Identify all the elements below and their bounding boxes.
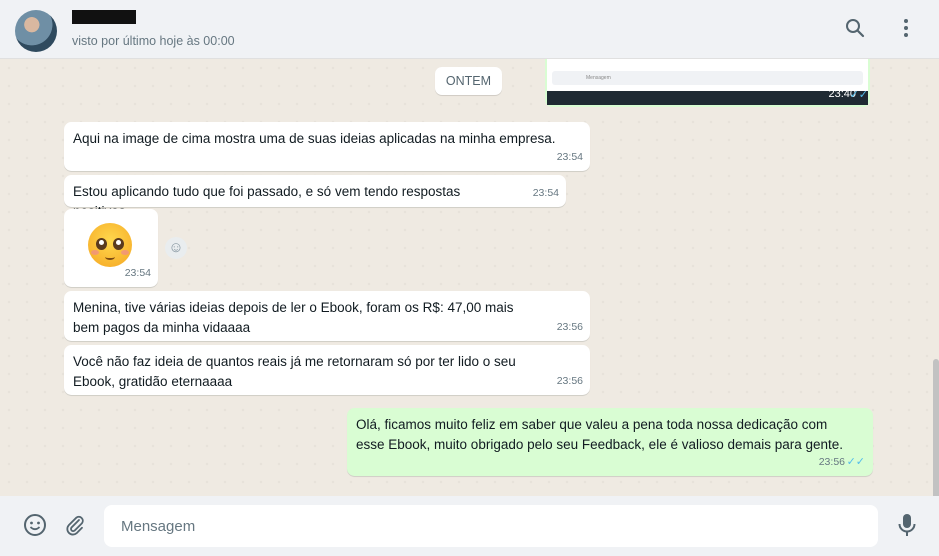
message-time: 23:56 xyxy=(556,321,583,333)
message-text: Você não faz ideia de quantos reais já m… xyxy=(73,354,516,389)
search-icon[interactable] xyxy=(843,18,867,42)
react-emoji-icon[interactable]: ☺ xyxy=(165,237,187,259)
message-time: 23:54 xyxy=(124,267,151,279)
message-composer xyxy=(0,496,939,556)
incoming-message[interactable]: Você não faz ideia de quantos reais já m… xyxy=(64,345,590,395)
message-time: 23:54 xyxy=(532,187,559,199)
message-text: Menina, tive várias ideias depois de ler… xyxy=(73,300,514,335)
incoming-emoji-message[interactable]: 23:54 xyxy=(64,209,158,287)
incoming-message[interactable]: Aqui na image de cima mostra uma de suas… xyxy=(64,122,590,171)
message-input[interactable] xyxy=(104,505,878,547)
incoming-message[interactable]: Menina, tive várias ideias depois de ler… xyxy=(64,291,590,341)
message-time: 23:54 xyxy=(556,151,583,163)
outgoing-message[interactable]: Olá, ficamos muito feliz em saber que va… xyxy=(347,408,873,476)
chat-area[interactable]: Mensagem 23:40 ✓✓ ONTEM Aqui na image de… xyxy=(0,59,939,496)
message-text: Aqui na image de cima mostra uma de suas… xyxy=(73,131,556,146)
contact-avatar[interactable] xyxy=(15,10,57,52)
screenshot-inputbar: Mensagem xyxy=(552,71,863,85)
emoji-icon[interactable] xyxy=(22,513,48,539)
message-time: 23:56 xyxy=(818,456,845,468)
read-ticks-icon: ✓✓ xyxy=(846,456,865,468)
last-seen-status: visto por último hoje às 00:00 xyxy=(72,34,235,48)
pleading-face-icon xyxy=(88,223,132,267)
chat-header: visto por último hoje às 00:00 xyxy=(0,0,939,59)
microphone-icon[interactable] xyxy=(894,513,920,539)
date-divider: ONTEM xyxy=(435,67,502,95)
message-time: 23:56 xyxy=(556,375,583,387)
message-text: Olá, ficamos muito feliz em saber que va… xyxy=(356,417,844,452)
screenshot-taskbar xyxy=(547,91,868,105)
screenshot-image: Mensagem xyxy=(547,59,868,105)
chat-scrollbar[interactable] xyxy=(933,359,939,496)
paperclip-icon[interactable] xyxy=(62,513,88,539)
incoming-message[interactable]: Estou aplicando tudo que foi passado, e … xyxy=(64,175,566,219)
read-ticks-icon: ✓✓ xyxy=(849,89,868,101)
contact-name-redacted[interactable] xyxy=(72,10,136,24)
outgoing-image-message[interactable]: Mensagem 23:40 ✓✓ xyxy=(545,59,870,107)
kebab-menu-icon[interactable] xyxy=(894,18,918,42)
